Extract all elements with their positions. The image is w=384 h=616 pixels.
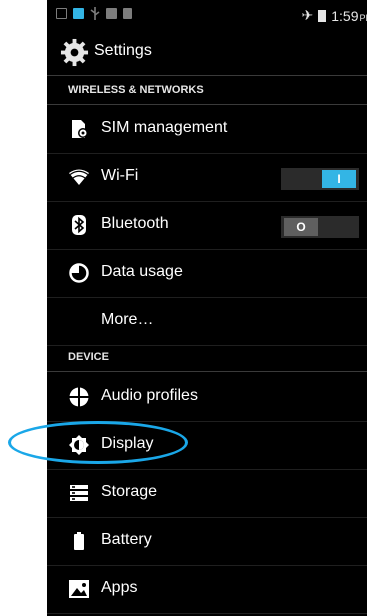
settings-item-storage[interactable]: Storage	[47, 469, 367, 518]
toggle-knob: O	[284, 218, 318, 236]
apps-icon	[69, 579, 89, 599]
notification-icon	[56, 8, 67, 19]
bluetooth-icon	[69, 215, 89, 235]
display-brightness-icon	[69, 435, 89, 455]
settings-item-label: Bluetooth	[101, 215, 169, 232]
clock-ampm: PM	[359, 12, 368, 23]
section-header-label: WIRELESS & NETWORKS	[68, 84, 204, 96]
settings-item-display[interactable]: Display	[47, 421, 367, 470]
status-bar: ✈ 1:59PM	[47, 0, 367, 30]
storage-icon	[106, 8, 117, 19]
page-title: Settings	[94, 42, 152, 59]
gear-icon[interactable]	[60, 38, 89, 67]
action-bar: Settings	[47, 31, 367, 76]
settings-item-label: Data usage	[101, 263, 183, 280]
data-usage-icon	[69, 263, 89, 283]
status-notifications	[56, 7, 132, 20]
airplane-icon: ✈	[301, 7, 314, 23]
settings-item-label: Wi-Fi	[101, 167, 139, 184]
settings-item-sim-management[interactable]: SIM management	[47, 105, 367, 154]
wifi-icon	[69, 167, 89, 187]
settings-item-apps[interactable]: Apps	[47, 565, 367, 614]
usb-icon	[90, 7, 100, 20]
settings-item-data-usage[interactable]: Data usage	[47, 249, 367, 298]
toggle-knob: I	[322, 170, 356, 188]
settings-item-label: More…	[101, 311, 154, 328]
settings-item-label: Display	[101, 435, 154, 452]
section-header-label: DEVICE	[68, 351, 109, 363]
settings-item-label: Apps	[101, 579, 138, 596]
signal-icon	[123, 8, 132, 19]
settings-item-label: Storage	[101, 483, 158, 500]
settings-item-label: SIM management	[101, 119, 228, 136]
clock: 1:59PM	[331, 8, 367, 24]
battery-icon	[318, 9, 327, 22]
storage-icon	[69, 483, 89, 503]
settings-item-bluetooth[interactable]: Bluetooth O	[47, 201, 367, 250]
settings-item-label: Audio profiles	[101, 387, 198, 404]
phone-screen: ✈ 1:59PM Settings WIRELESS & NETWORKS	[47, 0, 367, 616]
settings-item-label: Battery	[101, 531, 152, 548]
clock-time: 1:59	[331, 7, 359, 24]
settings-item-wifi[interactable]: Wi-Fi I	[47, 153, 367, 202]
status-right: ✈ 1:59PM	[302, 7, 367, 24]
settings-item-audio-profiles[interactable]: Audio profiles	[47, 373, 367, 422]
section-header-wireless: WIRELESS & NETWORKS	[47, 76, 367, 105]
bluetooth-toggle[interactable]: O	[281, 216, 359, 238]
sim-settings-icon	[69, 119, 89, 139]
audio-profiles-icon	[69, 387, 89, 407]
section-header-device: DEVICE	[47, 343, 367, 372]
settings-item-more[interactable]: More…	[47, 297, 367, 346]
sim-icon	[73, 8, 84, 19]
battery-icon	[69, 531, 89, 551]
wifi-toggle[interactable]: I	[281, 168, 359, 190]
settings-item-battery[interactable]: Battery	[47, 517, 367, 566]
